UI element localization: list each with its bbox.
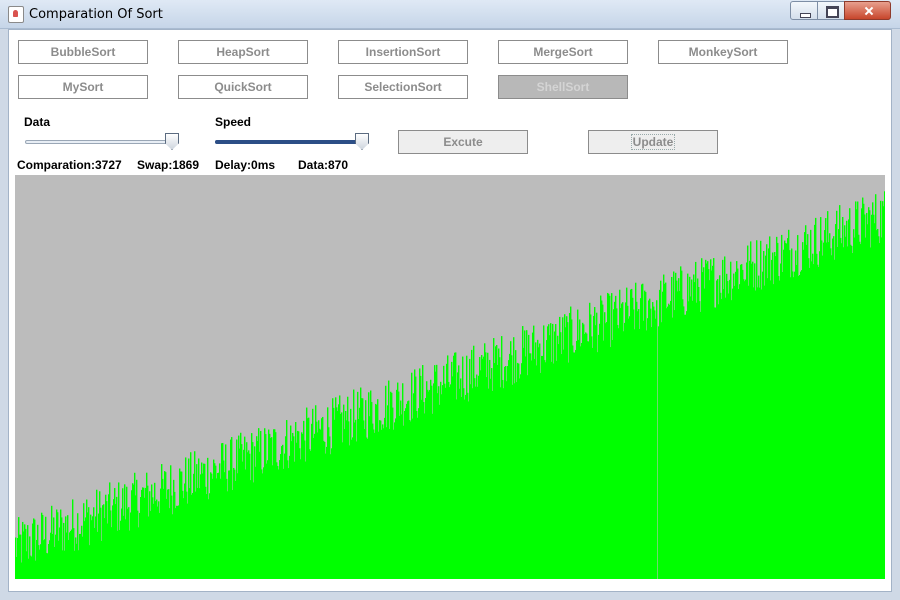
update-button-label: Update (630, 134, 676, 150)
comparation-count: Comparation:3727 (17, 158, 122, 172)
shell-sort-button[interactable]: ShellSort (498, 75, 628, 99)
speed-slider-thumb[interactable] (355, 133, 369, 150)
execute-button[interactable]: Excute (398, 130, 528, 154)
my-sort-button[interactable]: MySort (18, 75, 148, 99)
delay-value: Delay:0ms (215, 158, 276, 172)
title-bar[interactable]: Comparation Of Sort (0, 0, 900, 29)
data-slider-thumb[interactable] (165, 133, 179, 150)
monkey-sort-button[interactable]: MonkeySort (658, 40, 788, 64)
speed-slider-fill (215, 140, 362, 144)
sort-visualization-canvas (15, 175, 885, 579)
speed-slider[interactable] (215, 132, 369, 152)
close-button[interactable] (844, 1, 891, 20)
data-slider-track (25, 140, 179, 144)
maximize-button[interactable] (817, 1, 845, 20)
sort-bars (15, 191, 885, 579)
data-count: Data:870 (298, 158, 349, 172)
speed-slider-label: Speed (215, 115, 252, 129)
java-app-icon (8, 6, 24, 23)
window-title: Comparation Of Sort (29, 7, 163, 22)
swap-count: Swap:1869 (137, 158, 200, 172)
insertion-sort-button[interactable]: InsertionSort (338, 40, 468, 64)
sort-bar (884, 191, 885, 579)
data-slider[interactable] (25, 132, 179, 152)
minimize-button[interactable] (790, 1, 818, 20)
bubble-sort-button[interactable]: BubbleSort (18, 40, 148, 64)
selection-sort-button[interactable]: SelectionSort (338, 75, 468, 99)
sort-bar (656, 300, 658, 579)
quick-sort-button[interactable]: QuickSort (178, 75, 308, 99)
heap-sort-button[interactable]: HeapSort (178, 40, 308, 64)
data-slider-label: Data (24, 115, 51, 129)
update-button[interactable]: Update (588, 130, 718, 154)
merge-sort-button[interactable]: MergeSort (498, 40, 628, 64)
